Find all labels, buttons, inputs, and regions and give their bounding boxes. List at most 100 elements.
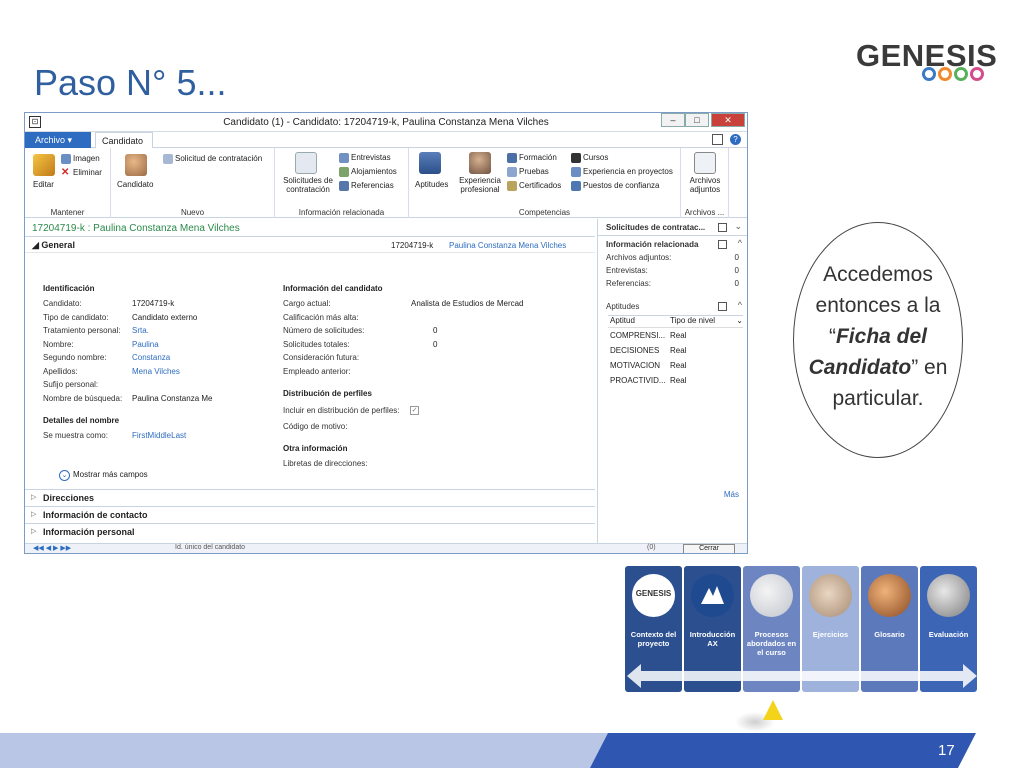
nav-arrows-icon[interactable]: ◀◀ ◀ ▶ ▶▶ [33,544,71,552]
se-muestra-field[interactable]: FirstMiddleLast [132,431,186,440]
callout-bubble: Accedemos entonces a la “Ficha del Candi… [793,222,963,458]
solicitudes-button[interactable]: Solicitudes de contratación [279,176,337,194]
section-personal[interactable]: ▷ Información personal [25,523,595,540]
entrevistas-button[interactable]: Entrevistas [339,153,391,163]
identificacion-field[interactable]: Constanza [132,353,170,362]
factbox-options-icon[interactable] [718,223,727,232]
solicitud-label: Solicitud de contratación [175,154,263,164]
exp-proyectos-button[interactable]: Experiencia en proyectos [571,167,673,177]
info-candidato-label: Cargo actual: [283,299,331,308]
identificacion-field[interactable]: Paulina Constanza Me [132,394,213,403]
aptitud-level: Real [670,346,687,355]
window-title: Candidato (1) - Candidato: 17204719-k, P… [223,117,549,128]
minimize-button[interactable]: – [661,113,685,127]
factbox-row-label: Archivos adjuntos: [606,253,672,262]
info-candidato-field[interactable]: 0 [433,326,437,335]
factbox-info-row[interactable]: Archivos adjuntos: 0 [598,253,747,266]
factbox-info-row[interactable]: Referencias: 0 [598,279,747,292]
section-direcciones[interactable]: ▷ Direcciones [25,489,595,506]
experiencia-label-2: profesional [460,185,500,194]
candidato-button[interactable]: Candidato [117,180,153,189]
collapse-chevron-icon[interactable]: ^ [738,238,742,248]
section-image-icon [809,574,852,617]
status-bar: ◀◀ ◀ ▶ ▶▶ Id. único del candidato (0) Ce… [25,543,747,553]
notification-count[interactable]: (0) [647,544,656,551]
referencias-button[interactable]: Referencias [339,181,394,191]
info-candidato-field[interactable]: 0 [433,340,437,349]
callout-line4: Candidato” en [794,352,962,383]
info-candidato-label: Consideración futura: [283,353,360,362]
factbox-pane: Solicitudes de contratac... ⌄ Información… [597,219,747,553]
aptitud-row[interactable]: COMPRENSI... Real [608,328,743,343]
group-label-nuevo: Nuevo [180,208,205,217]
aptitud-row[interactable]: MOTIVACION Real [608,358,743,373]
aptitud-row[interactable]: PROACTIVID... Real [608,373,743,388]
identificacion-field[interactable]: Mena Vilches [132,367,180,376]
factbox-aptitudes[interactable]: Aptitudes ^ [598,298,747,315]
imagen-label: Imagen [73,154,100,164]
identificacion-field[interactable]: Candidato externo [132,313,197,322]
factbox-row-label: Referencias: [606,279,651,288]
col-aptitud[interactable]: Aptitud [608,316,670,327]
section-image-icon [927,574,970,617]
maximize-button[interactable]: □ [685,113,709,127]
document-icon [163,154,173,164]
expand-chevron-icon[interactable]: ⌄ [734,221,742,232]
editar-button[interactable]: Editar [33,180,54,189]
incluir-checkbox[interactable]: ✓ [410,406,419,415]
archivos-button[interactable]: Archivos adjuntos [683,176,727,194]
tab-candidato[interactable]: Candidato [95,132,153,149]
identificacion-field[interactable]: Srta. [132,326,149,335]
eliminar-button[interactable]: ✕ Eliminar [61,168,102,178]
close-window-button[interactable]: ✕ [711,113,745,127]
mas-link[interactable]: Más [724,490,739,499]
general-name: Paulina Constanza Mena Vilches [449,241,567,250]
cursos-button[interactable]: Cursos [571,153,608,163]
imagen-button[interactable]: Imagen [61,154,100,164]
experiencia-button[interactable]: Experiencia profesional [455,176,505,194]
alojamientos-label: Alojamientos [351,167,397,177]
collapse-chevron-icon[interactable]: ^ [738,300,742,310]
factbox-solicitudes[interactable]: Solicitudes de contratac... ⌄ [598,219,747,236]
identificacion-field[interactable]: Paulina [132,340,159,349]
expand-triangle-icon: ▷ [31,494,37,501]
factbox-info[interactable]: Información relacionada ^ [598,236,747,253]
callout-quote-open: “ [828,325,836,348]
cerrar-button[interactable]: Cerrar [683,544,735,553]
mostrar-mas-button[interactable]: ⌄ Mostrar más campos [59,470,148,481]
training-icon [507,153,517,163]
puestos-button[interactable]: Puestos de confianza [571,181,660,191]
alojamientos-button[interactable]: Alojamientos [339,167,397,177]
group-competencias: Aptitudes Experiencia profesional Formaci… [409,148,681,218]
nav-tile-label: Glosario [874,630,905,639]
aptitudes-button[interactable]: Aptitudes [415,180,448,189]
certificados-button[interactable]: Certificados [507,181,561,191]
col-tipo-nivel[interactable]: Tipo de nivel [670,316,715,327]
factbox-options-icon[interactable] [718,302,727,311]
solicitud-button[interactable]: Solicitud de contratación [163,154,262,164]
aptitud-row[interactable]: DECISIONES Real [608,343,743,358]
section-general[interactable]: ◢ General 17204719-k Paulina Constanza M… [25,237,595,253]
group-mantener: Editar Imagen ✕ Eliminar Mantener [25,148,111,218]
section-contacto[interactable]: ▷ Información de contacto [25,506,595,523]
direcciones-title: Direcciones [43,493,95,503]
contacto-title: Información de contacto [43,510,148,520]
identificacion-field[interactable]: 17204719-k [132,299,174,308]
info-candidato-field[interactable]: Analista de Estudios de Mercad [411,299,524,308]
lodging-icon [339,167,349,177]
factbox-row-value: 0 [734,253,739,262]
codigo-label: Código de motivo: [283,422,348,431]
pruebas-button[interactable]: Pruebas [507,167,549,177]
help-icon[interactable]: ? [730,134,741,145]
factbox-options-icon[interactable] [718,240,727,249]
tab-archivo[interactable]: Archivo ▾ [25,132,91,148]
factbox-info-row[interactable]: Entrevistas: 0 [598,266,747,279]
window-titlebar: ⊡ Candidato (1) - Candidato: 17204719-k,… [25,113,747,132]
formacion-button[interactable]: Formación [507,153,557,163]
callout-emphasis-1: Ficha del [835,325,928,348]
project-icon [571,167,581,177]
exp-proyectos-label: Experiencia en proyectos [583,167,673,177]
sort-icon[interactable]: ⌄ [736,316,743,327]
expand-triangle-icon: ▷ [31,511,37,518]
layout-icon[interactable] [712,134,723,145]
